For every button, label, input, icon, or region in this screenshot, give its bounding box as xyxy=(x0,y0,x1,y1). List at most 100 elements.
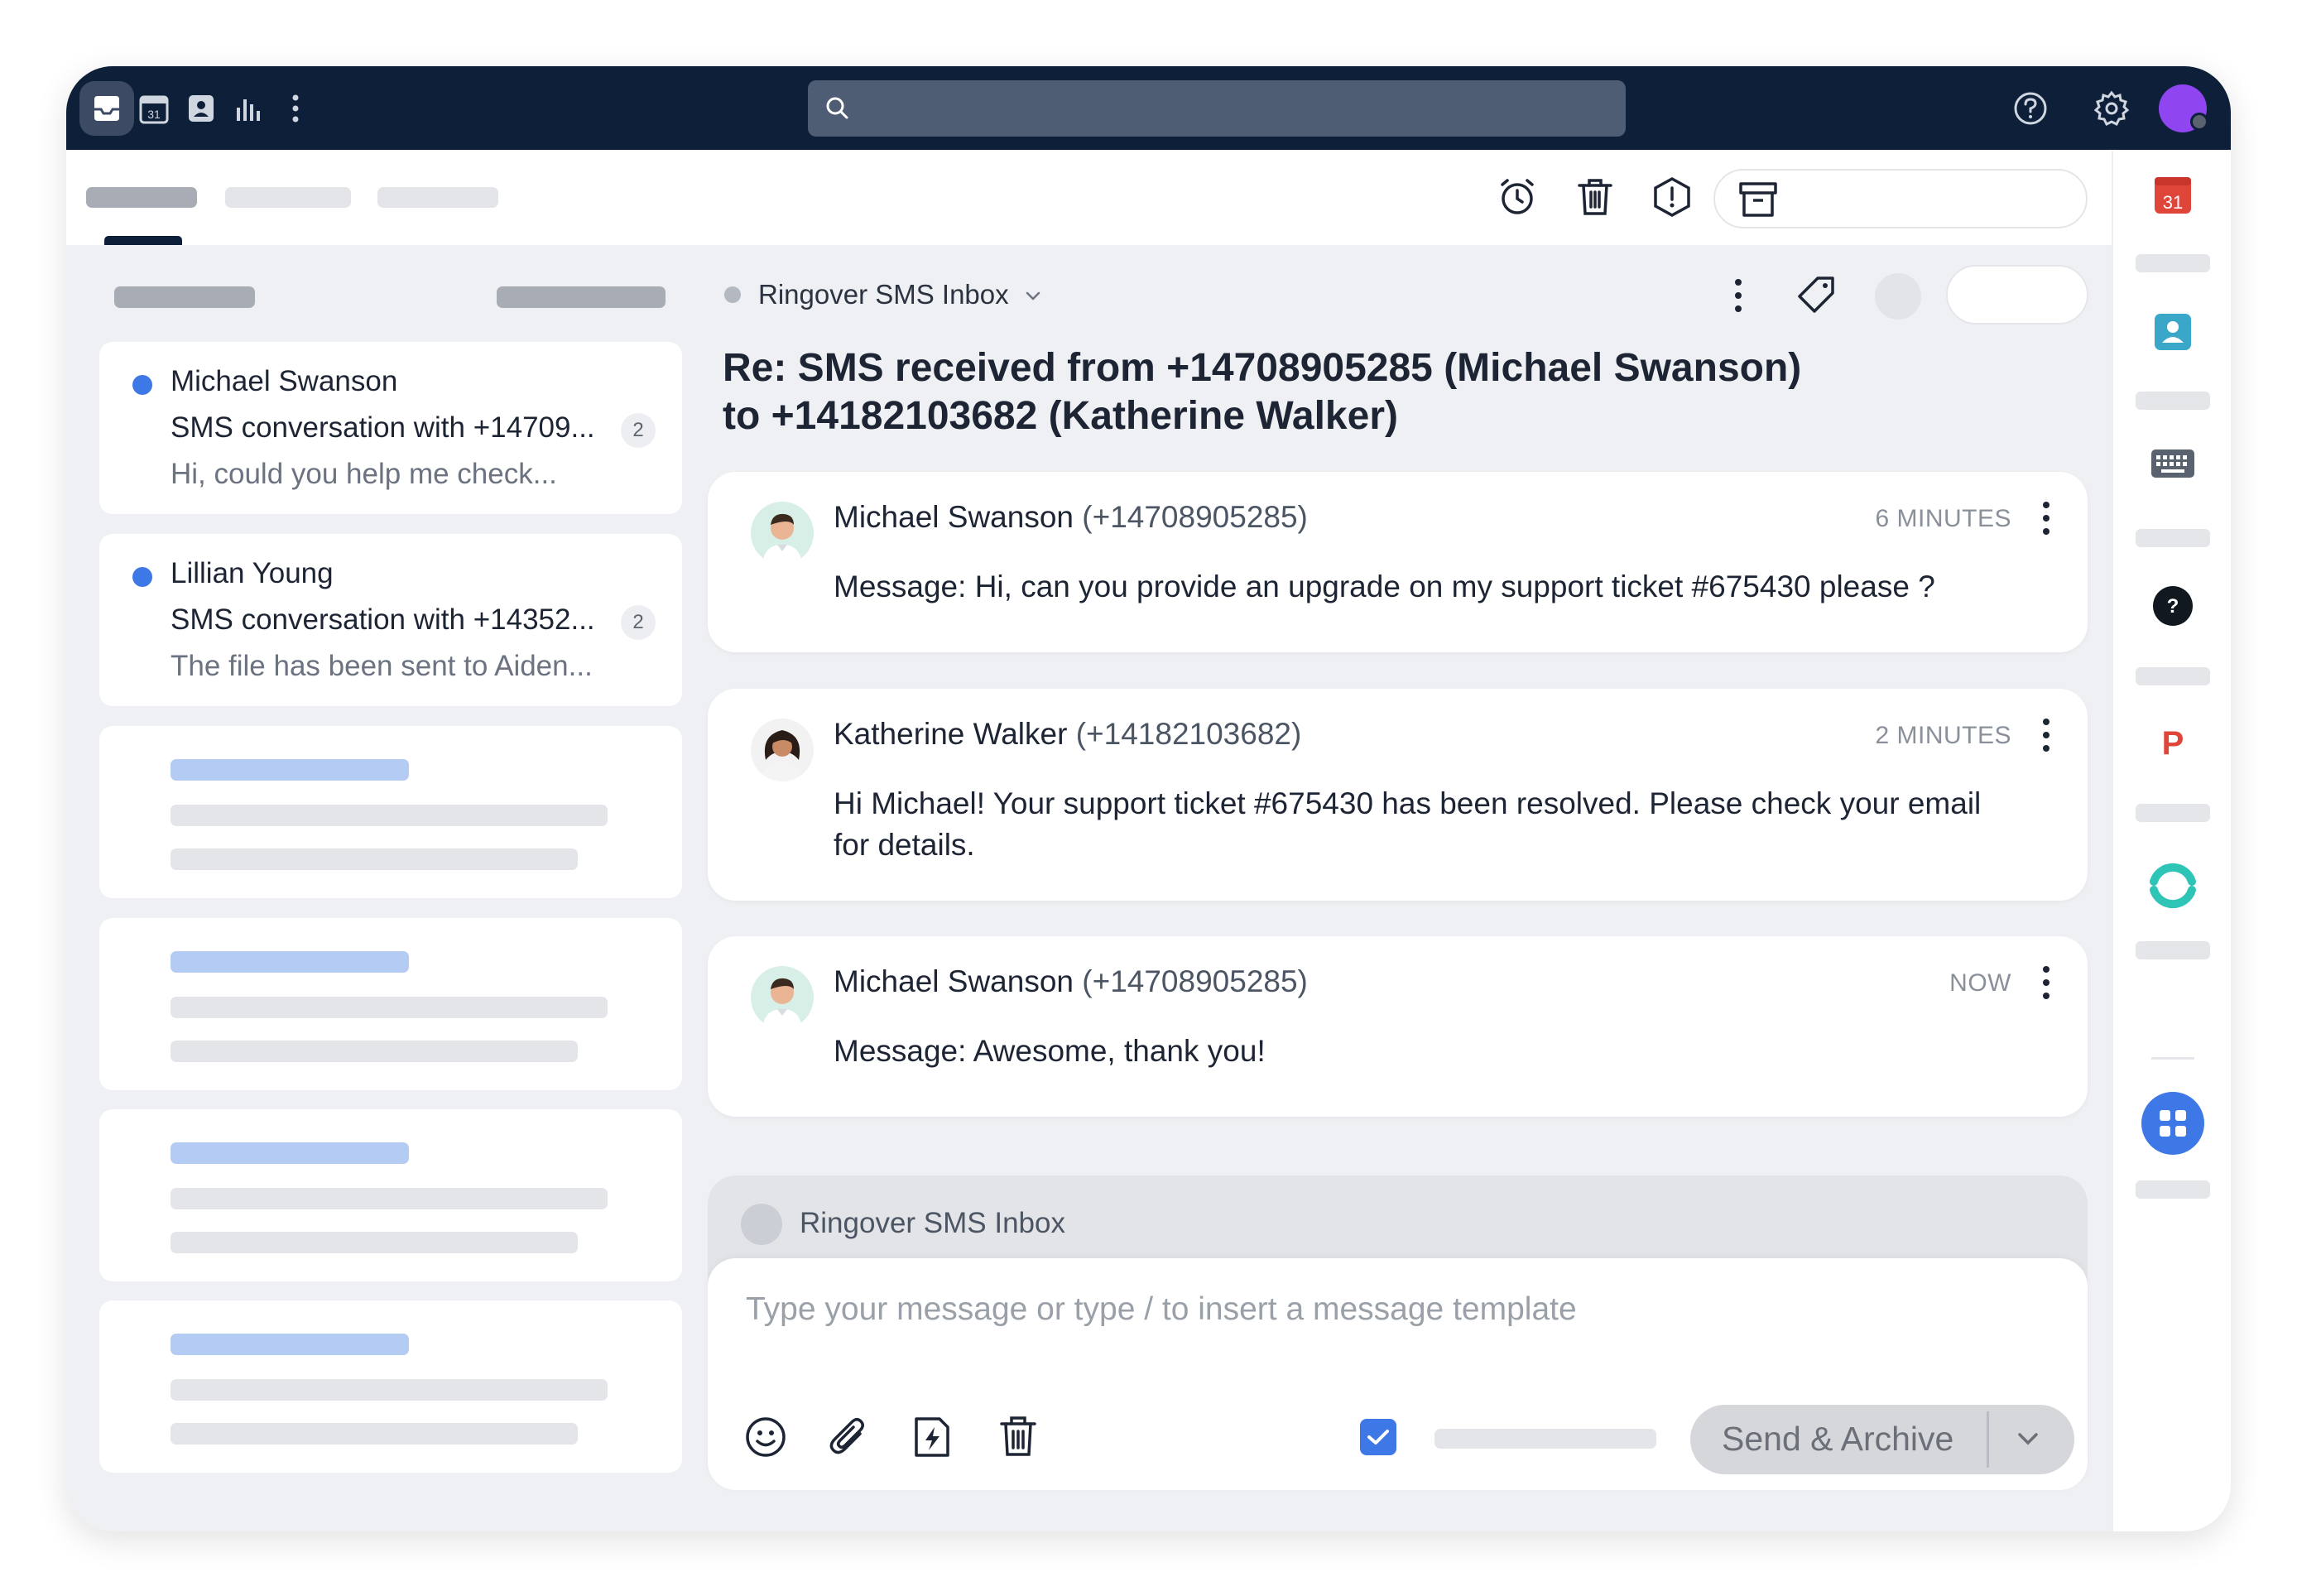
discard-icon[interactable] xyxy=(999,1414,1037,1459)
message-menu-icon[interactable] xyxy=(2038,717,2054,753)
inbox-status-dot xyxy=(724,286,741,303)
tag-icon[interactable] xyxy=(1796,275,1836,315)
placeholder-line xyxy=(171,1142,409,1164)
more-vertical-icon[interactable] xyxy=(1732,276,1744,315)
placeholder-line xyxy=(171,1188,608,1209)
conversation-item-placeholder[interactable] xyxy=(99,1109,682,1281)
placeholder-line xyxy=(171,997,608,1018)
svg-text:P: P xyxy=(2162,725,2184,762)
sender-name: Katherine Walker xyxy=(834,717,1068,751)
sender-name: Michael Swanson xyxy=(834,964,1074,998)
rail-label-placeholder xyxy=(2136,1180,2210,1199)
message-card: Michael Swanson (+14708905285) 6 MINUTES… xyxy=(708,472,2088,652)
message-menu-icon[interactable] xyxy=(2038,500,2054,536)
conversation-item[interactable]: Michael Swanson SMS conversation with +1… xyxy=(99,342,682,514)
button-divider xyxy=(1987,1411,1989,1468)
quick-action-icon[interactable] xyxy=(913,1416,951,1459)
placeholder-line xyxy=(171,805,608,826)
conversation-preview: Hi, could you help me check... xyxy=(171,458,557,490)
from-label[interactable]: Ringover SMS Inbox xyxy=(800,1207,1065,1240)
sender-avatar xyxy=(751,502,814,565)
conversation-item-placeholder[interactable] xyxy=(99,1300,682,1473)
active-tab-indicator xyxy=(104,236,182,245)
thread-title: Re: SMS received from +14708905285 (Mich… xyxy=(723,344,1801,440)
message-menu-icon[interactable] xyxy=(2038,964,2054,1001)
rail-divider xyxy=(2151,1057,2194,1060)
archive-icon xyxy=(1739,182,1777,217)
help-app-icon[interactable]: ? xyxy=(2113,584,2231,627)
rail-label-placeholder xyxy=(2136,941,2210,959)
message-input[interactable]: Type your message or type / to insert a … xyxy=(746,1291,1577,1328)
app-rail: 31 ? P xyxy=(2112,150,2231,1531)
chevron-down-icon[interactable] xyxy=(2016,1431,2040,1446)
status-button[interactable] xyxy=(1946,265,2088,324)
list-header-placeholder xyxy=(114,286,255,308)
avatar[interactable] xyxy=(2159,84,2208,132)
message-count-badge: 2 xyxy=(621,413,656,448)
tab-active-placeholder[interactable] xyxy=(86,187,197,208)
rail-label-placeholder xyxy=(2136,529,2210,547)
conversation-item[interactable]: Lillian Young SMS conversation with +143… xyxy=(99,534,682,706)
archive-checkbox[interactable] xyxy=(1360,1419,1396,1455)
p-app-icon[interactable]: P xyxy=(2113,721,2231,762)
unread-dot xyxy=(132,567,152,587)
list-filter-placeholder[interactable] xyxy=(497,286,666,308)
settings-icon[interactable] xyxy=(2084,81,2139,136)
placeholder-line xyxy=(171,759,409,781)
from-avatar xyxy=(741,1204,782,1245)
sender-name: Michael Swanson xyxy=(834,500,1074,534)
help-icon[interactable] xyxy=(2003,81,2058,136)
placeholder-line xyxy=(171,1041,578,1062)
conversation-name: Lillian Young xyxy=(171,557,334,589)
sender-phone: (+14708905285) xyxy=(1082,964,1308,998)
send-archive-label: Send & Archive xyxy=(1722,1420,1954,1458)
search-icon xyxy=(826,97,848,119)
conversation-subject: SMS conversation with +14352... xyxy=(171,603,595,636)
message-body: Hi Michael! Your support ticket #675430 … xyxy=(834,786,1982,862)
conversation-item-placeholder[interactable] xyxy=(99,918,682,1090)
rail-label-placeholder xyxy=(2136,804,2210,822)
conversation-name: Michael Swanson xyxy=(171,365,398,397)
snooze-icon[interactable] xyxy=(1491,171,1544,224)
inbox-selector[interactable]: Ringover SMS Inbox xyxy=(758,279,1041,310)
conversation-preview: The file has been sent to Aiden... xyxy=(171,650,593,682)
keyboard-icon[interactable] xyxy=(2113,448,2231,479)
message-card: Michael Swanson (+14708905285) NOW Messa… xyxy=(708,936,2088,1117)
attachment-icon[interactable] xyxy=(827,1414,868,1460)
sender-phone: (+14182103682) xyxy=(1075,717,1302,751)
google-calendar-icon[interactable]: 31 xyxy=(2113,175,2231,216)
conversation-item-placeholder[interactable] xyxy=(99,726,682,898)
placeholder-line xyxy=(171,848,578,870)
tab-placeholder[interactable] xyxy=(377,187,498,208)
contacts-app-icon[interactable] xyxy=(2113,311,2231,353)
chevron-down-icon xyxy=(1026,292,1040,301)
svg-text:31: 31 xyxy=(147,108,161,121)
placeholder-line xyxy=(171,1423,578,1445)
placeholder-line xyxy=(171,1379,608,1401)
svg-text:?: ? xyxy=(2167,595,2179,618)
message-time: 6 MINUTES xyxy=(1875,505,2011,532)
rail-label-placeholder xyxy=(2136,392,2210,410)
send-archive-button[interactable]: Send & Archive xyxy=(1690,1405,2074,1474)
tab-placeholder[interactable] xyxy=(225,187,351,208)
conversation-subject: SMS conversation with +14709... xyxy=(171,411,595,444)
delete-icon[interactable] xyxy=(1569,171,1622,224)
checkbox-label-placeholder xyxy=(1434,1429,1656,1449)
apps-grid-icon[interactable] xyxy=(2113,1090,2231,1156)
archive-button[interactable] xyxy=(1713,169,2088,228)
spam-icon[interactable] xyxy=(1646,171,1699,224)
sender-avatar xyxy=(751,966,814,1029)
thread-title-line1: Re: SMS received from +14708905285 (Mich… xyxy=(723,346,1802,390)
message-body: Message: Awesome, thank you! xyxy=(834,1034,1266,1068)
rail-label-placeholder xyxy=(2136,254,2210,272)
assignee-avatar[interactable] xyxy=(1875,273,1921,320)
emoji-icon[interactable] xyxy=(744,1416,787,1459)
message-time: 2 MINUTES xyxy=(1875,722,2011,749)
more-vertical-icon[interactable] xyxy=(268,81,323,136)
ring-app-icon[interactable] xyxy=(2113,858,2231,913)
search-input[interactable] xyxy=(808,80,1626,137)
placeholder-line xyxy=(171,1232,578,1253)
placeholder-line xyxy=(171,1334,409,1355)
app-window: 31 Michael Swanson SMS conversation with… xyxy=(66,66,2231,1531)
sender-phone: (+14708905285) xyxy=(1082,500,1308,534)
